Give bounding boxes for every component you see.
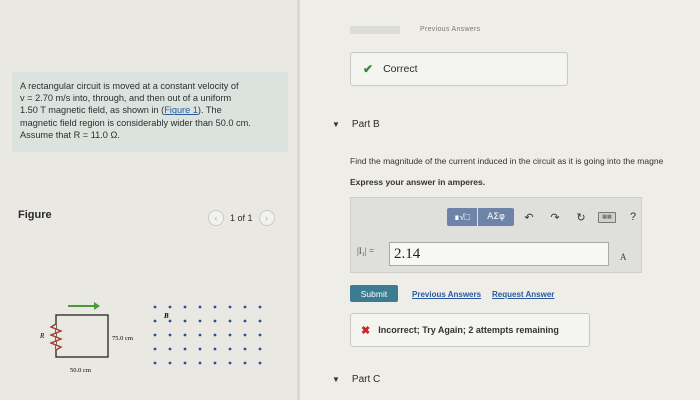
math-template-button[interactable]: ∎√□ — [447, 208, 477, 226]
field-dot — [153, 347, 157, 351]
field-dot — [198, 305, 202, 309]
part-c-header[interactable]: ▼ Part C — [332, 374, 380, 385]
field-dot — [153, 361, 157, 365]
problem-statement: A rectangular circuit is moved at a cons… — [12, 72, 288, 152]
field-dot — [198, 347, 202, 351]
caret-down-icon: ▼ — [332, 375, 340, 384]
right-pane: Previous Answers ✔ Correct ▼ Part B Find… — [300, 0, 700, 400]
field-dot — [153, 319, 157, 323]
field-dot — [198, 361, 202, 365]
field-dot — [153, 305, 157, 309]
chevron-right-icon[interactable]: › — [258, 210, 275, 226]
magnetic-field-dots — [153, 305, 262, 365]
field-dot — [213, 305, 217, 309]
keyboard-icon[interactable]: ▦▦ — [596, 208, 618, 226]
circuit-figure: R 75.0 cm 50.0 cm B — [39, 302, 262, 374]
field-dot — [258, 319, 262, 323]
field-dot — [213, 347, 217, 351]
resistor — [49, 323, 63, 351]
label-r: R — [39, 332, 45, 340]
reset-icon[interactable]: ↻ — [570, 208, 592, 226]
answer-label: |I₁| = — [357, 246, 375, 256]
left-pane: A rectangular circuit is moved at a cons… — [0, 0, 297, 400]
undo-icon[interactable]: ↶ — [518, 208, 540, 226]
field-dot — [168, 305, 172, 309]
part-b-header[interactable]: ▼ Part B — [332, 119, 380, 130]
incorrect-text: Incorrect; Try Again; 2 attempts remaini… — [378, 325, 559, 335]
field-dot — [228, 333, 232, 337]
field-dot — [258, 333, 262, 337]
field-dot — [228, 319, 232, 323]
caret-down-icon: ▼ — [332, 120, 340, 129]
part-b-instruction: Express your answer in amperes. — [350, 177, 486, 187]
chevron-left-icon[interactable]: ‹ — [208, 210, 224, 226]
answer-panel: ∎√□ ΑΣφ ↶ ↷ ↻ ▦▦ ? |I₁| = — [350, 197, 642, 273]
field-dot — [183, 305, 187, 309]
field-dot — [243, 361, 247, 365]
field-dot — [228, 361, 232, 365]
help-button[interactable]: ? — [622, 208, 644, 226]
problem-line: A rectangular circuit is moved at a cons… — [20, 81, 239, 91]
problem-line: 1.50 T magnetic field, as shown in (Figu… — [20, 105, 222, 116]
field-dot — [243, 347, 247, 351]
previous-answers-link[interactable]: Previous Answers — [412, 290, 481, 299]
field-dot — [228, 347, 232, 351]
field-dot — [258, 305, 262, 309]
circuit-loop — [55, 314, 109, 358]
field-dot — [213, 319, 217, 323]
check-icon: ✔ — [363, 62, 374, 76]
part-c-title: Part C — [351, 374, 381, 385]
label-width: 50.0 cm — [70, 367, 91, 374]
answer-unit: A — [620, 252, 627, 262]
field-dot — [243, 305, 247, 309]
label-height: 75.0 cm — [112, 335, 133, 342]
request-answer-link[interactable]: Request Answer — [492, 290, 554, 299]
field-dot — [183, 333, 187, 337]
field-dot — [213, 333, 217, 337]
field-dot — [183, 319, 187, 323]
field-dot — [168, 347, 172, 351]
submit-button[interactable]: Submit — [350, 285, 398, 302]
figure-pager: ‹ 1 of 1 › — [208, 210, 275, 226]
field-dot — [258, 347, 262, 351]
faded-button — [350, 26, 400, 34]
field-dot — [183, 347, 187, 351]
problem-line: v = 2.70 m/s into, through, and then out… — [20, 93, 232, 104]
field-dot — [168, 319, 172, 323]
field-dot — [243, 333, 247, 337]
figure-link[interactable]: Figure 1 — [164, 105, 198, 115]
greek-symbols-button[interactable]: ΑΣφ — [478, 208, 514, 226]
field-dot — [153, 333, 157, 337]
previous-answers-top[interactable]: Previous Answers — [420, 26, 480, 33]
problem-line: Assume that R = 11.0 Ω. — [20, 129, 120, 140]
field-dot — [258, 361, 262, 365]
field-dot — [213, 361, 217, 365]
correct-text: Correct — [383, 63, 418, 75]
part-b-question: Find the magnitude of the current induce… — [350, 156, 664, 166]
x-icon: ✖ — [361, 324, 371, 337]
field-dot — [198, 333, 202, 337]
field-dot — [168, 361, 172, 365]
velocity-arrowhead — [94, 302, 100, 310]
figure-title: Figure — [18, 209, 52, 221]
pager-text: 1 of 1 — [230, 213, 253, 223]
problem-line: magnetic field region is considerably wi… — [20, 117, 251, 128]
math-toolbar: ∎√□ ΑΣφ ↶ ↷ ↻ ▦▦ ? — [447, 208, 644, 226]
answer-input[interactable] — [389, 242, 609, 266]
part-b-title: Part B — [351, 119, 380, 130]
redo-icon[interactable]: ↷ — [544, 208, 566, 226]
field-dot — [228, 305, 232, 309]
field-dot — [243, 319, 247, 323]
incorrect-feedback: ✖ Incorrect; Try Again; 2 attempts remai… — [350, 313, 590, 347]
field-dot — [183, 361, 187, 365]
label-b: B — [163, 312, 169, 320]
field-dot — [198, 319, 202, 323]
correct-feedback: ✔ Correct — [350, 52, 568, 86]
field-dot — [168, 333, 172, 337]
